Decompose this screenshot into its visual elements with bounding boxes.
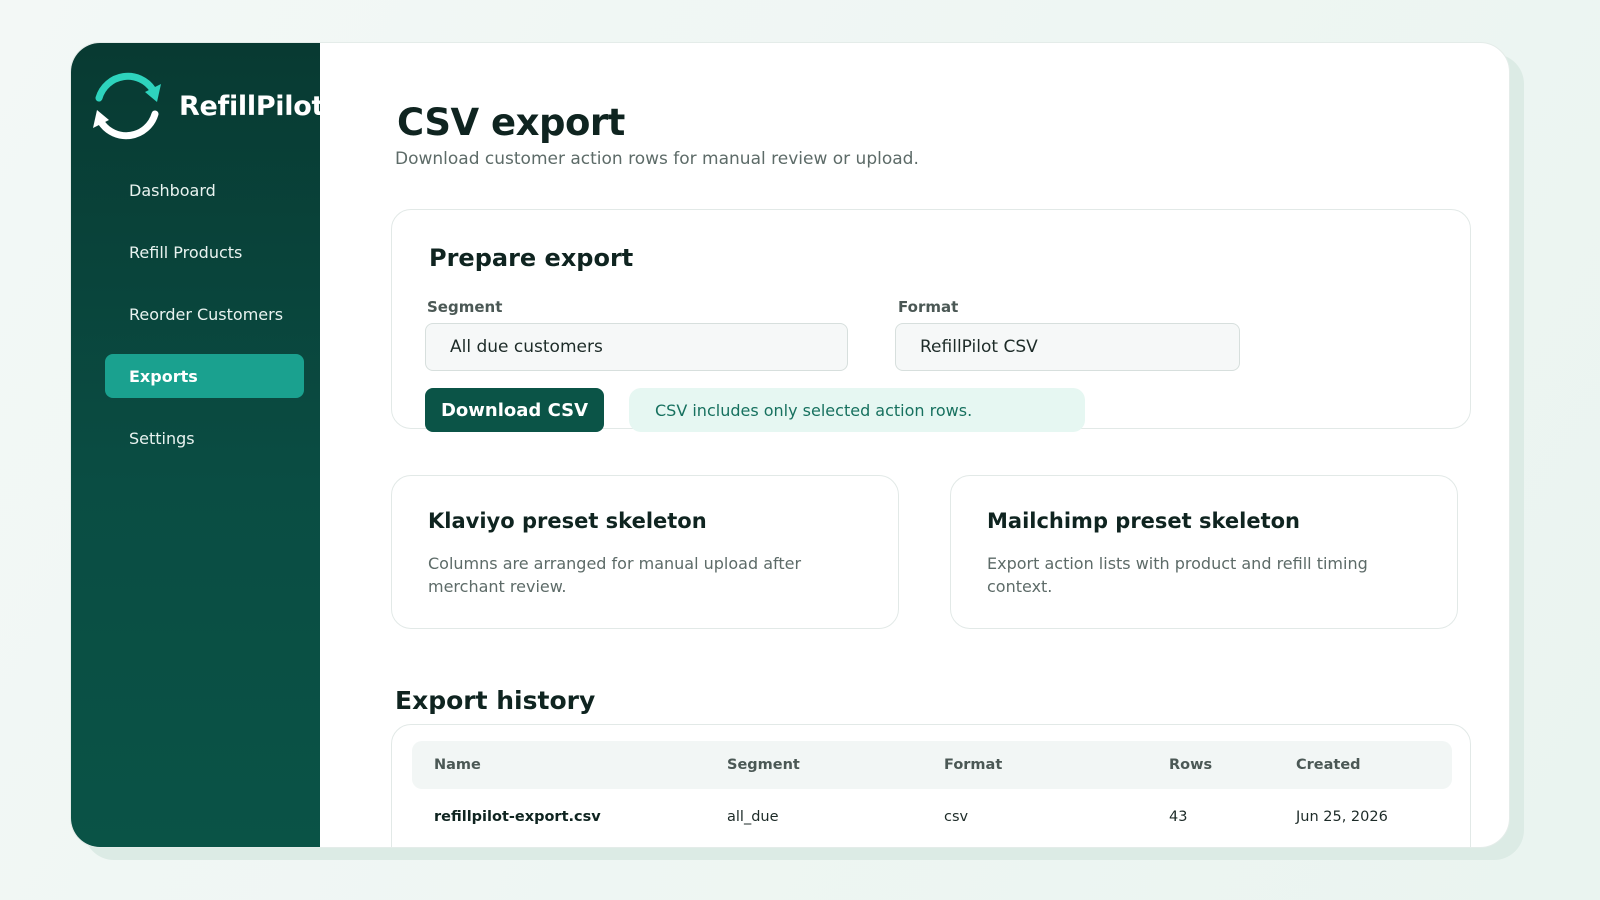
export-note: CSV includes only selected action rows.: [629, 388, 1085, 432]
klaviyo-preset-title: Klaviyo preset skeleton: [428, 509, 707, 533]
segment-label: Segment: [427, 298, 503, 316]
prepare-export-title: Prepare export: [429, 244, 634, 272]
refresh-logo-icon: [93, 72, 161, 140]
background: RefillPilot Dashboard Refill Products Re…: [0, 0, 1600, 900]
page-title: CSV export: [397, 101, 625, 144]
table-header: Name Segment Format Rows Created: [412, 741, 1452, 789]
prepare-export-card: Prepare export Segment All due customers…: [391, 209, 1471, 432]
row-created-cell: Jun 25, 2026: [1296, 809, 1388, 825]
format-label: Format: [898, 298, 959, 316]
sidebar-item-reorder-customers[interactable]: Reorder Customers: [105, 292, 304, 336]
sidebar-nav: Dashboard Refill Products Reorder Custom…: [105, 168, 304, 478]
row-format-cell: csv: [944, 809, 969, 825]
column-header-rows[interactable]: Rows: [1169, 757, 1212, 773]
main-content: CSV export Download customer action rows…: [320, 43, 1509, 847]
klaviyo-preset-description: Columns are arranged for manual upload a…: [428, 554, 802, 596]
row-segment-cell: all_due: [727, 809, 779, 825]
export-history-title: Export history: [395, 686, 596, 715]
sidebar: RefillPilot Dashboard Refill Products Re…: [71, 43, 324, 847]
download-csv-button[interactable]: Download CSV: [425, 388, 604, 432]
brand[interactable]: RefillPilot: [87, 68, 324, 144]
segment-select[interactable]: All due customers: [425, 323, 848, 371]
klaviyo-preset-card[interactable]: Klaviyo preset skeleton Columns are arra…: [391, 475, 899, 629]
column-header-name[interactable]: Name: [434, 757, 481, 773]
table-row[interactable]: refillpilot-export.csv all_due csv 43 Ju…: [412, 789, 1452, 839]
page-subtitle: Download customer action rows for manual…: [395, 149, 919, 169]
row-rows-cell: 43: [1169, 809, 1188, 825]
mailchimp-preset-card[interactable]: Mailchimp preset skeleton Export action …: [950, 475, 1458, 629]
column-header-format[interactable]: Format: [944, 757, 1002, 773]
sidebar-item-exports[interactable]: Exports: [105, 354, 304, 398]
app-window: RefillPilot Dashboard Refill Products Re…: [70, 42, 1510, 848]
mailchimp-preset-description: Export action lists with product and ref…: [987, 554, 1368, 596]
format-select[interactable]: RefillPilot CSV: [895, 323, 1240, 371]
app-name: RefillPilot: [179, 90, 325, 122]
export-history-table: Name Segment Format Rows Created refillp…: [391, 724, 1471, 847]
sidebar-item-settings[interactable]: Settings: [105, 416, 304, 460]
column-header-created[interactable]: Created: [1296, 757, 1361, 773]
column-header-segment[interactable]: Segment: [727, 757, 800, 773]
row-name-cell[interactable]: refillpilot-export.csv: [434, 809, 601, 825]
sidebar-item-refill-products[interactable]: Refill Products: [105, 230, 304, 274]
mailchimp-preset-title: Mailchimp preset skeleton: [987, 509, 1301, 533]
sidebar-item-dashboard[interactable]: Dashboard: [105, 168, 304, 212]
